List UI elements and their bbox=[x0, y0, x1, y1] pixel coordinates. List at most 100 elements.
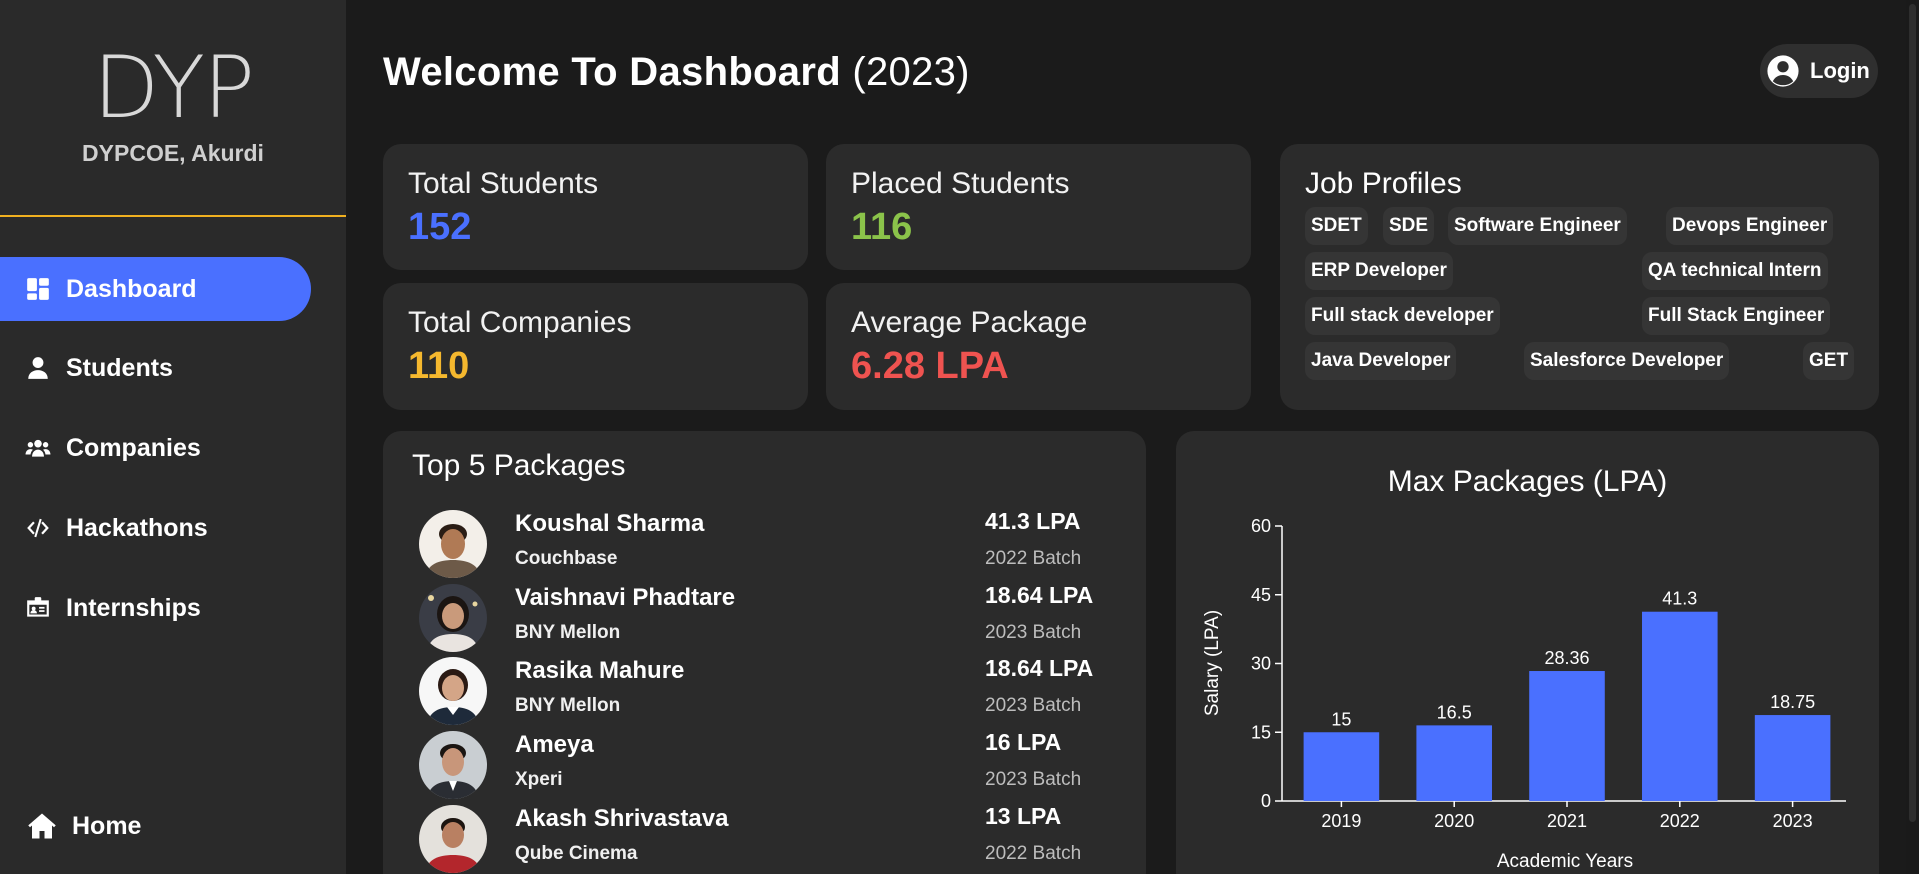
bar-2020[interactable] bbox=[1416, 725, 1492, 801]
stat-card-placed-students: Placed Students 116 bbox=[826, 144, 1251, 270]
x-tick-label: 2023 bbox=[1773, 811, 1813, 831]
user-circle-icon bbox=[1767, 55, 1799, 87]
sidebar-item-label: Internships bbox=[66, 593, 201, 622]
sidebar-item-label: Hackathons bbox=[66, 513, 208, 542]
job-profile-chip: Java Developer bbox=[1305, 342, 1457, 380]
bar-2022[interactable] bbox=[1642, 611, 1718, 801]
student-name: Koushal Sharma bbox=[515, 510, 705, 537]
student-name: Akash Shrivastava bbox=[515, 805, 729, 832]
login-button[interactable]: Login bbox=[1760, 44, 1878, 98]
y-axis-label: Salary (LPA) bbox=[1202, 610, 1223, 716]
company-name: Xperi bbox=[515, 769, 563, 790]
job-profile-chip: Full Stack Engineer bbox=[1642, 297, 1831, 335]
user-icon bbox=[24, 354, 52, 382]
student-name: Vaishnavi Phadtare bbox=[515, 584, 736, 611]
code-icon bbox=[24, 514, 52, 542]
y-tick-label: 60 bbox=[1251, 516, 1271, 536]
dashboard-icon bbox=[24, 275, 52, 303]
job-profile-chip: Devops Engineer bbox=[1666, 207, 1834, 245]
package-amount: 41.3 LPA bbox=[985, 508, 1081, 534]
sidebar-item-dashboard[interactable]: Dashboard bbox=[0, 257, 311, 321]
sidebar-item-label: Dashboard bbox=[66, 274, 197, 303]
job-profile-chip: SDE bbox=[1383, 207, 1435, 245]
stat-value: 152 bbox=[408, 206, 472, 248]
company-name: Qube Cinema bbox=[515, 843, 638, 864]
batch-year: 2023 Batch bbox=[985, 622, 1082, 643]
job-profile-chip: ERP Developer bbox=[1305, 252, 1453, 290]
stat-value: 116 bbox=[851, 206, 913, 248]
max-packages-chart: 0 15 30 45 60 15 2019 16.5 2020 28.36 2021 41.3 202… bbox=[1202, 516, 1846, 872]
y-tick-label: 15 bbox=[1251, 722, 1271, 742]
list-item[interactable]: Vaishnavi Phadtare BNY Mellon 18.64 LPA … bbox=[419, 582, 1119, 654]
page-title: Welcome To Dashboard (2023) bbox=[383, 50, 970, 95]
avatar bbox=[419, 510, 487, 578]
y-tick-label: 0 bbox=[1261, 791, 1271, 811]
bar-value-label: 18.75 bbox=[1770, 692, 1815, 712]
stat-card-total-students: Total Students 152 bbox=[383, 144, 808, 270]
job-profiles-card: Job Profiles SDET SDE Software Engineer … bbox=[1280, 144, 1879, 410]
job-profile-chip: Software Engineer bbox=[1448, 207, 1627, 245]
job-profile-chip: GET bbox=[1803, 342, 1855, 380]
list-item[interactable]: Rasika Mahure BNY Mellon 18.64 LPA 2023 … bbox=[419, 655, 1119, 727]
bar-2019[interactable] bbox=[1303, 732, 1380, 801]
y-tick-label: 45 bbox=[1251, 585, 1271, 605]
scrollbar-thumb[interactable] bbox=[1909, 4, 1916, 822]
sidebar-item-label: Students bbox=[66, 353, 173, 382]
stat-value: 6.28 LPA bbox=[851, 345, 1009, 387]
max-packages-chart-card: Max Packages (LPA) 0 15 30 45 60 15 2019 16.5 2… bbox=[1176, 431, 1879, 874]
home-icon bbox=[26, 810, 58, 842]
x-tick-label: 2020 bbox=[1434, 811, 1474, 831]
company-name: BNY Mellon bbox=[515, 622, 621, 643]
package-amount: 13 LPA bbox=[985, 803, 1062, 829]
x-axis-label: Academic Years bbox=[1497, 851, 1633, 872]
sidebar-item-label: Home bbox=[72, 811, 142, 840]
batch-year: 2022 Batch bbox=[985, 548, 1082, 569]
sidebar-item-hackathons[interactable]: Hackathons bbox=[0, 496, 311, 560]
company-name: Couchbase bbox=[515, 548, 618, 569]
page-title-text: Welcome To Dashboard bbox=[383, 50, 841, 94]
bar-value-label: 28.36 bbox=[1544, 648, 1589, 668]
stat-label: Placed Students bbox=[851, 167, 1070, 200]
id-card-icon bbox=[24, 594, 52, 622]
package-amount: 18.64 LPA bbox=[985, 582, 1094, 608]
x-tick-label: 2022 bbox=[1660, 811, 1700, 831]
sidebar-item-companies[interactable]: Companies bbox=[0, 416, 311, 480]
student-name: Rasika Mahure bbox=[515, 657, 685, 684]
list-item[interactable]: Akash Shrivastava Qube Cinema 13 LPA 202… bbox=[419, 803, 1119, 874]
page-title-year: (2023) bbox=[852, 50, 970, 94]
job-profile-chip: SDET bbox=[1305, 207, 1368, 245]
bar-value-label: 16.5 bbox=[1437, 702, 1472, 722]
sidebar: DYP DYPCOE, Akurdi Dashboard Students Co… bbox=[0, 0, 346, 874]
batch-year: 2023 Batch bbox=[985, 695, 1082, 716]
package-amount: 16 LPA bbox=[985, 729, 1062, 755]
package-amount: 18.64 LPA bbox=[985, 655, 1094, 681]
bar-value-label: 41.3 bbox=[1662, 589, 1697, 609]
college-name: DYPCOE, Akurdi bbox=[82, 140, 264, 166]
stat-label: Total Companies bbox=[408, 306, 632, 339]
job-profile-chip: QA technical Intern bbox=[1642, 252, 1828, 290]
batch-year: 2023 Batch bbox=[985, 769, 1082, 790]
sidebar-item-internships[interactable]: Internships bbox=[0, 576, 311, 640]
job-profile-chip: Full stack developer bbox=[1305, 297, 1500, 335]
login-label: Login bbox=[1810, 58, 1870, 83]
top-packages-title: Top 5 Packages bbox=[412, 449, 626, 482]
avatar bbox=[419, 584, 487, 652]
bar-2021[interactable] bbox=[1529, 671, 1605, 801]
stat-card-total-companies: Total Companies 110 bbox=[383, 283, 808, 410]
stat-label: Total Students bbox=[408, 167, 599, 200]
x-tick-label: 2021 bbox=[1547, 811, 1587, 831]
bar-value-label: 15 bbox=[1331, 709, 1351, 729]
bar-2023[interactable] bbox=[1754, 715, 1831, 801]
avatar bbox=[419, 731, 487, 799]
list-item[interactable]: Ameya Xperi 16 LPA 2023 Batch bbox=[419, 729, 1119, 801]
sidebar-item-students[interactable]: Students bbox=[0, 336, 311, 400]
company-name: BNY Mellon bbox=[515, 695, 621, 716]
student-name: Ameya bbox=[515, 731, 594, 758]
sidebar-item-home[interactable]: Home bbox=[0, 794, 311, 858]
top-packages-card: Top 5 Packages Koushal Sharma Couchbase … bbox=[383, 431, 1146, 874]
job-profile-chip: Salesforce Developer bbox=[1524, 342, 1730, 380]
list-item[interactable]: Koushal Sharma Couchbase 41.3 LPA 2022 B… bbox=[419, 508, 1119, 580]
brand-logo[interactable]: DYP DYPCOE, Akurdi bbox=[0, 44, 346, 167]
avatar bbox=[419, 657, 487, 725]
logo-mark: DYP bbox=[93, 38, 255, 138]
